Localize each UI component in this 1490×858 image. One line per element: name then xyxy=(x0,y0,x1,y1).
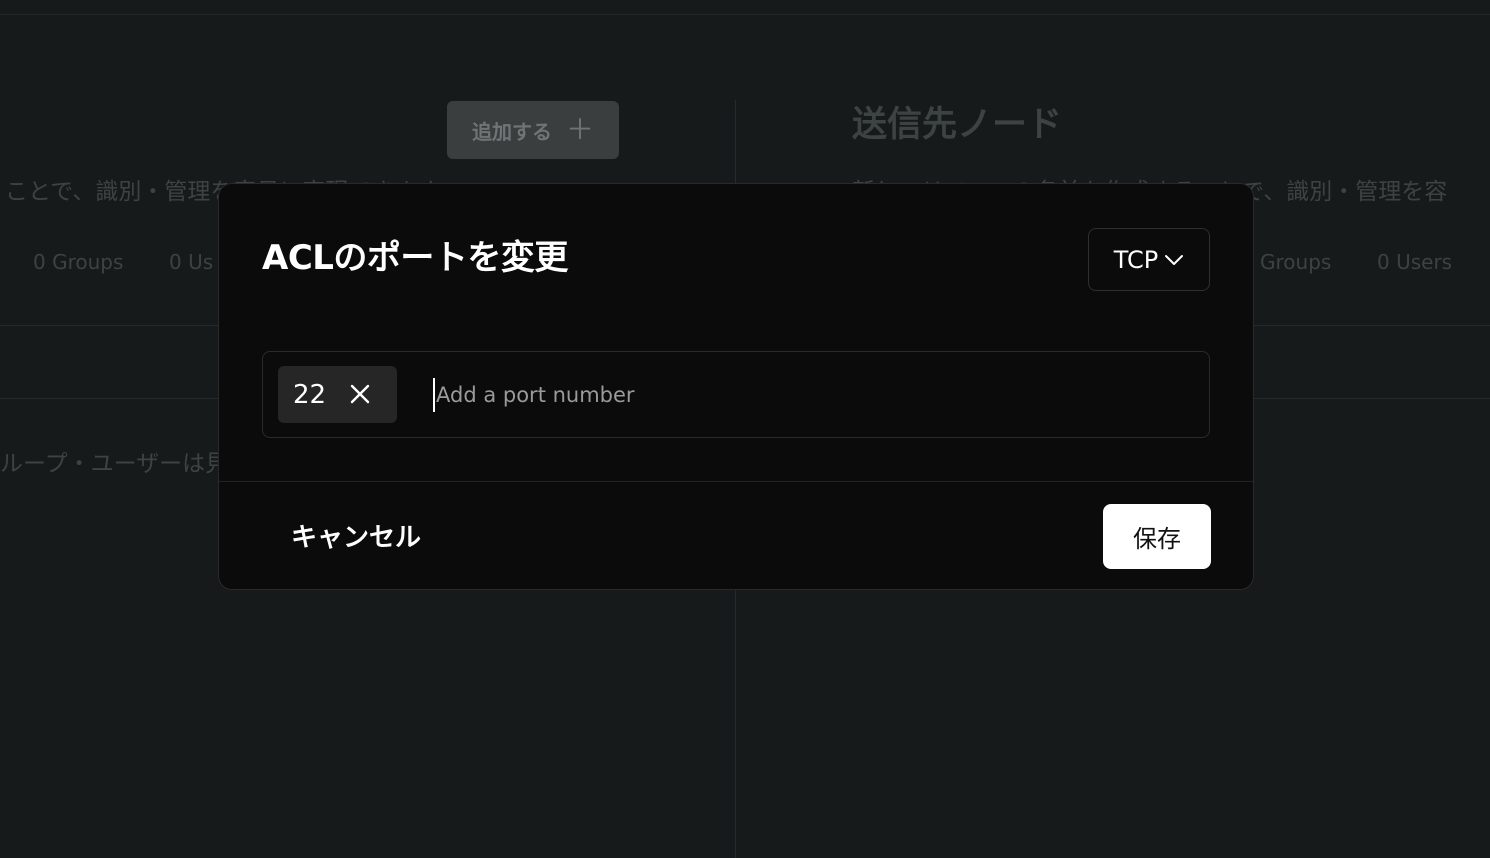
protocol-select[interactable]: TCP xyxy=(1088,228,1210,291)
background-empty-text: ループ・ユーザーは見 xyxy=(0,451,229,477)
background-left-tab-users: 0 Us xyxy=(169,250,214,274)
protocol-select-value: TCP xyxy=(1113,245,1159,274)
plus-icon: ＋ xyxy=(565,113,594,146)
chevron-down-icon xyxy=(1165,254,1184,265)
cancel-button[interactable]: キャンセル xyxy=(279,511,433,559)
close-icon[interactable] xyxy=(349,383,371,405)
background-top-divider xyxy=(0,14,1490,15)
port-chip-value: 22 xyxy=(293,379,327,410)
background-right-tab-users: 0 Users xyxy=(1377,250,1453,274)
edit-acl-port-dialog: ACLのポートを変更 TCP 22 キャンセル 保存 xyxy=(218,183,1254,590)
port-chip: 22 xyxy=(278,366,397,423)
dialog-title: ACLのポートを変更 xyxy=(262,238,568,278)
save-button[interactable]: 保存 xyxy=(1103,504,1211,569)
page: 追加する ＋ 送信先ノード ことで、識別・管理を容易に実現できます 新しいリソー… xyxy=(0,0,1490,858)
background-add-button: 追加する ＋ xyxy=(447,101,619,159)
background-right-tab-groups: Groups xyxy=(1260,250,1332,274)
background-destination-title: 送信先ノード xyxy=(852,105,1063,145)
dialog-footer-divider xyxy=(219,481,1253,482)
port-number-input[interactable] xyxy=(433,378,1136,412)
background-left-tab-groups: 0 Groups xyxy=(33,250,124,274)
background-add-label: 追加する xyxy=(471,119,552,144)
port-tag-input[interactable]: 22 xyxy=(262,351,1210,438)
